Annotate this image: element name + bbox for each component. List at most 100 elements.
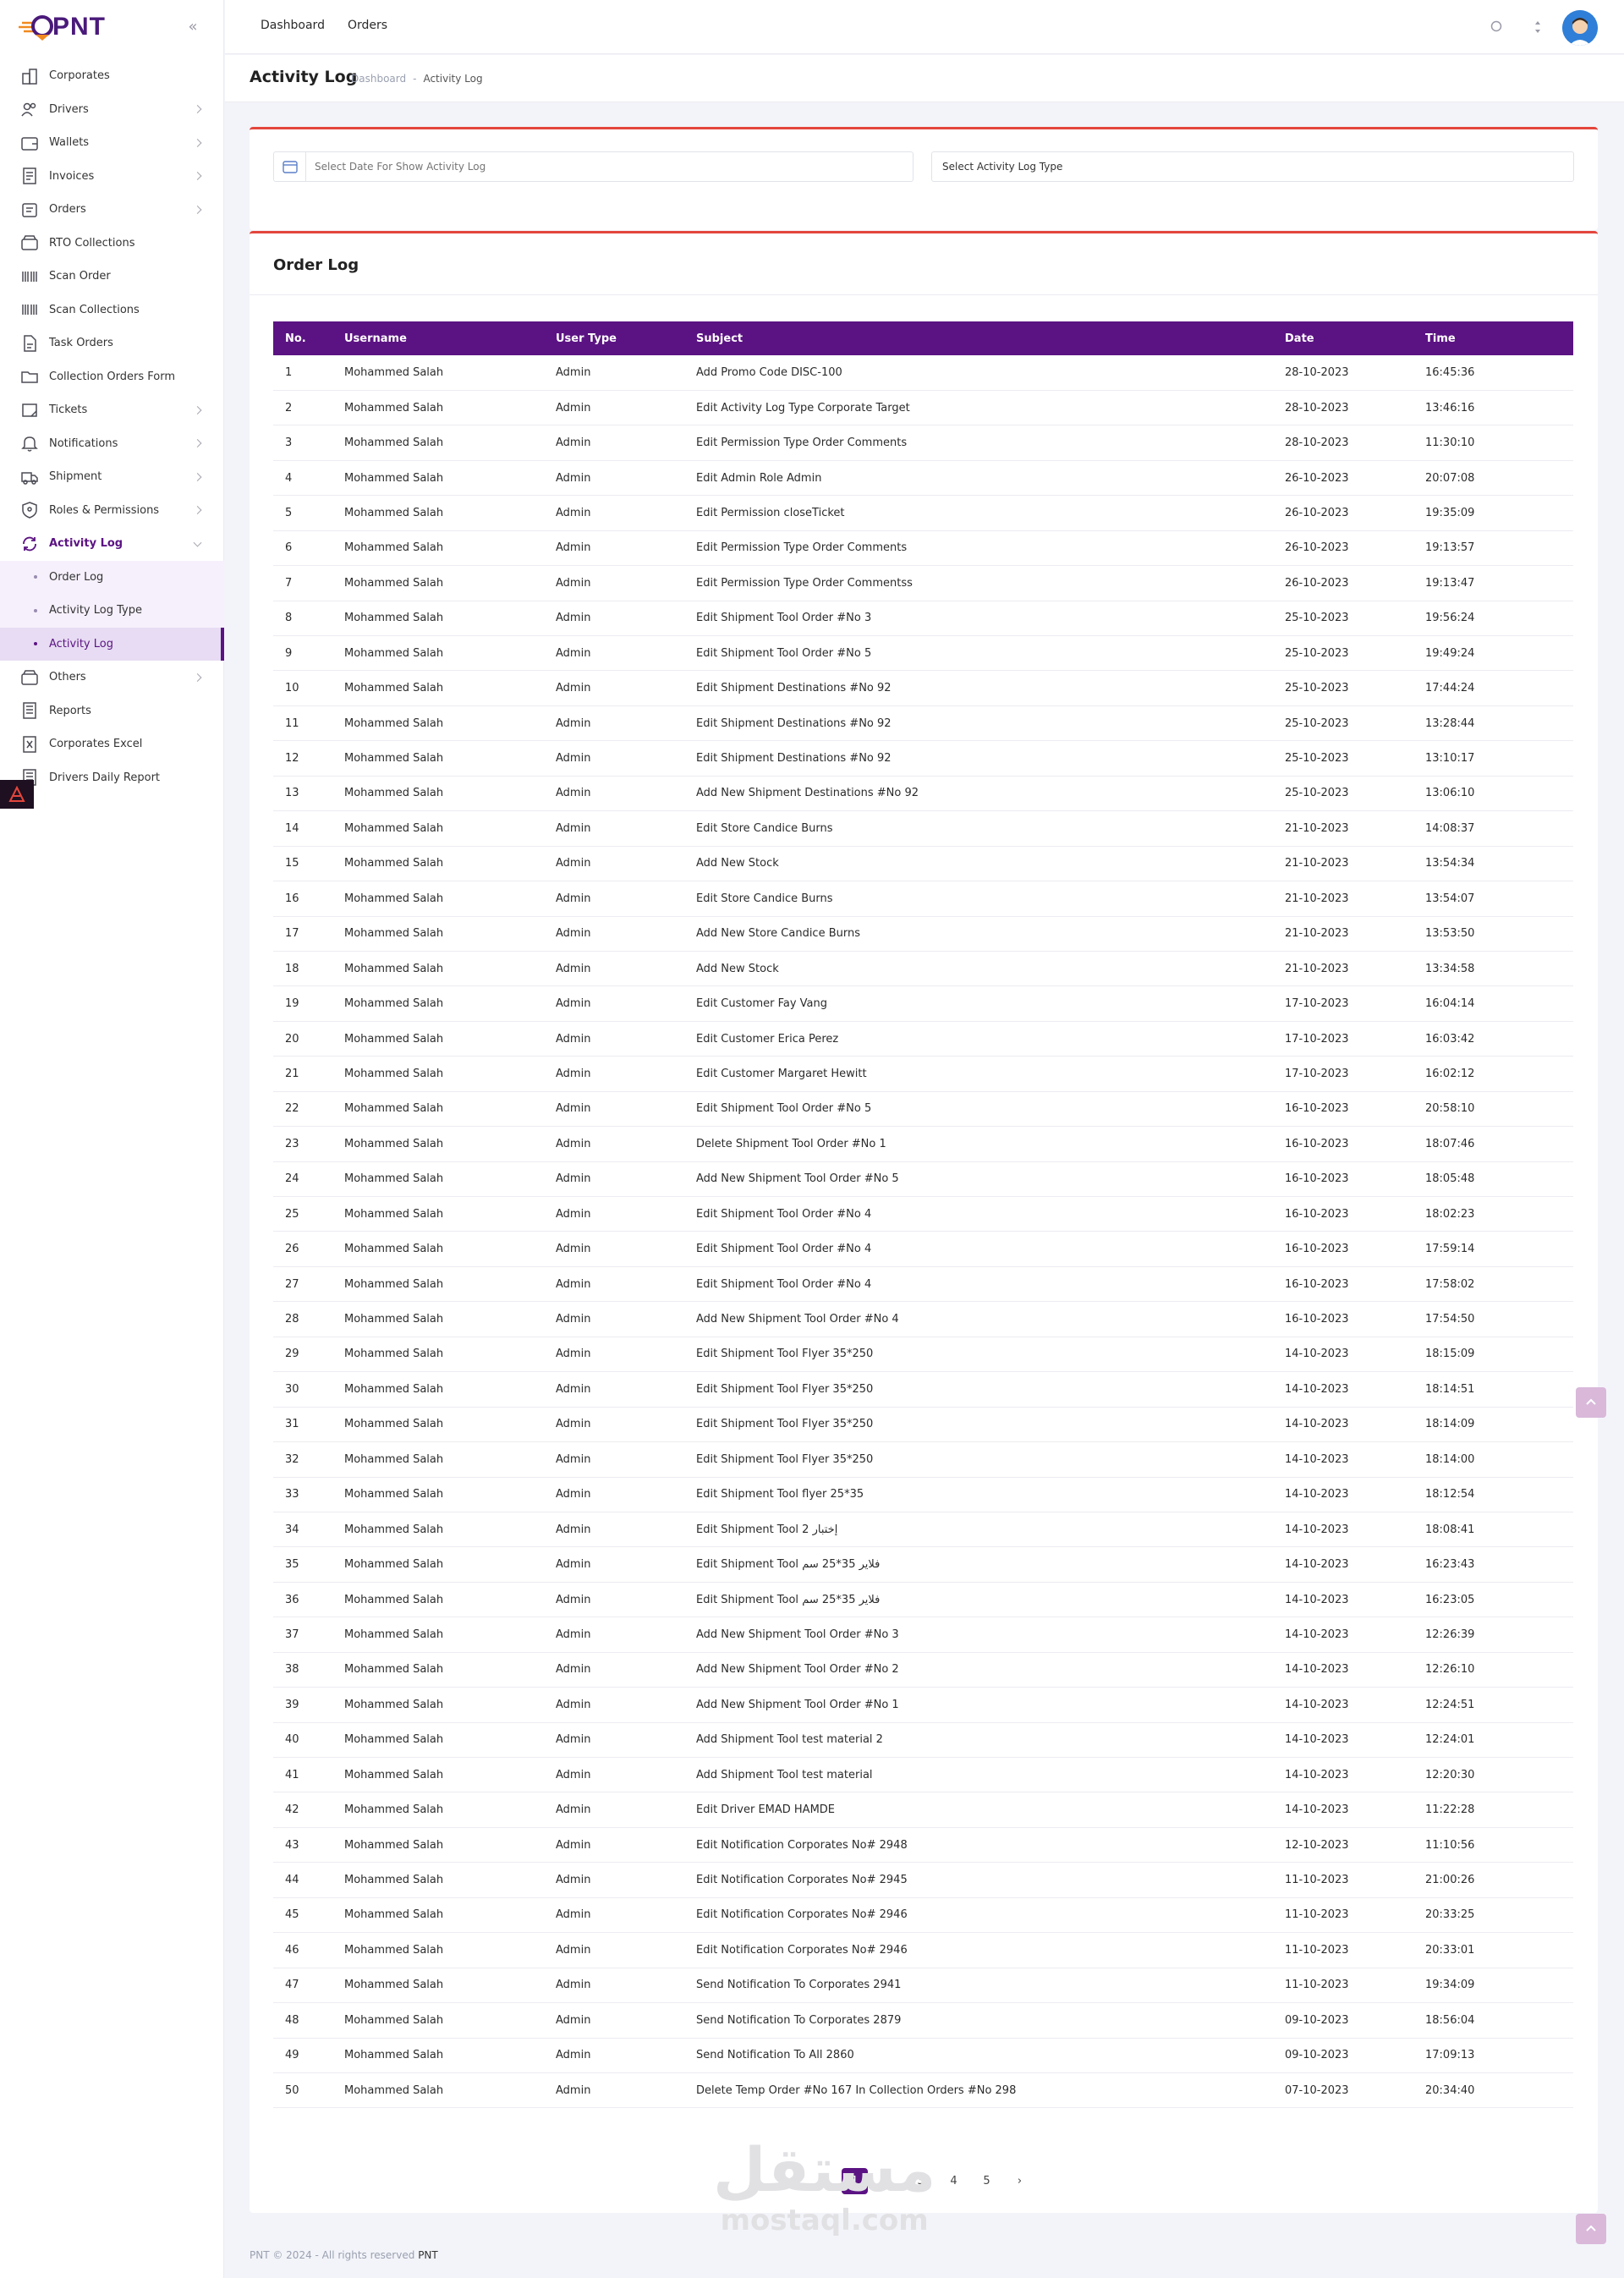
cell-date: 25-10-2023	[1285, 646, 1349, 660]
activity-log-type-select[interactable]: Select Activity Log Type	[931, 151, 1574, 182]
card-title: Order Log	[273, 256, 359, 274]
column-header-no[interactable]: No.	[273, 321, 332, 355]
cell-subject: Edit Shipment Destinations #No 92	[696, 716, 892, 730]
column-header-user-type[interactable]: User Type	[544, 321, 684, 355]
table-row: 10 Mohammed Salah Admin Edit Shipment Desti…	[273, 671, 1573, 706]
submenu-item-order-log[interactable]: Order Log	[0, 561, 224, 595]
sidebar-item-tickets[interactable]: Tickets	[0, 393, 224, 427]
cell-no: 46	[285, 1943, 299, 1957]
cell-username: Mohammed Salah	[344, 1593, 444, 1606]
collapse-sidebar-icon[interactable]: «	[183, 17, 203, 37]
cell-user-type: Admin	[556, 2049, 591, 2062]
cell-date: 14-10-2023	[1285, 1348, 1349, 1361]
topbar-link-orders[interactable]: Orders	[348, 19, 387, 32]
cell-no: 1	[285, 365, 293, 379]
cell-no: 45	[285, 1908, 299, 1922]
cell-user-type: Admin	[556, 1313, 591, 1326]
calendar-icon[interactable]	[274, 152, 306, 181]
sidebar-item-label: Task Orders	[49, 337, 113, 350]
sidebar-item-invoices[interactable]: Invoices	[0, 160, 224, 194]
column-header-time[interactable]: Time	[1413, 321, 1573, 355]
cell-no: 32	[285, 1452, 299, 1466]
sidebar-item-task-orders[interactable]: Task Orders	[0, 327, 224, 360]
cell-subject: Send Notification To Corporates 2879	[696, 2013, 902, 2027]
column-header-date[interactable]: Date	[1273, 321, 1413, 355]
cell-user-type: Admin	[556, 821, 591, 835]
scroll-up-icon[interactable]	[1576, 1387, 1606, 1418]
cell-username: Mohammed Salah	[344, 646, 444, 660]
cell-time: 13:06:10	[1425, 787, 1475, 800]
cell-no: 30	[285, 1382, 299, 1396]
cell-username: Mohammed Salah	[344, 1803, 444, 1817]
cell-time: 16:45:36	[1425, 365, 1475, 379]
cell-time: 16:02:12	[1425, 1067, 1475, 1080]
user-avatar[interactable]	[1562, 10, 1598, 46]
submenu-item-activity-log[interactable]: Activity Log	[0, 627, 224, 661]
cell-subject: Edit Shipment Tool Flyer 35*250	[696, 1348, 874, 1361]
column-header-username[interactable]: Username	[332, 321, 544, 355]
table-header-row: No. Username User Type Subject Date Time	[273, 321, 1573, 355]
back-to-top-icon[interactable]	[1576, 2214, 1606, 2244]
table-row: 35 Mohammed Salah Admin Edit Shipment Tool …	[273, 1547, 1573, 1583]
cell-date: 14-10-2023	[1285, 1452, 1349, 1466]
cell-date: 26-10-2023	[1285, 471, 1349, 485]
cell-user-type: Admin	[556, 927, 591, 941]
cell-time: 20:34:40	[1425, 2083, 1475, 2097]
cell-subject: Add New Shipment Tool Order #No 4	[696, 1313, 899, 1326]
sidebar-item-wallets[interactable]: Wallets	[0, 126, 224, 160]
table-row: 22 Mohammed Salah Admin Edit Shipment Tool …	[273, 1091, 1573, 1127]
card-divider	[250, 294, 1598, 295]
footer-brand[interactable]: PNT	[418, 2249, 438, 2261]
sidebar-item-corporates[interactable]: Corporates	[0, 59, 224, 93]
fullscreen-icon[interactable]	[1528, 17, 1548, 37]
date-filter[interactable]	[273, 151, 914, 182]
next-page-button[interactable]: ›	[1007, 2168, 1033, 2194]
chevron-right-icon	[193, 172, 202, 181]
sidebar-item-others[interactable]: Others	[0, 661, 224, 694]
sidebar-item-activity-log[interactable]: Activity Log	[0, 527, 224, 561]
cell-date: 14-10-2023	[1285, 1523, 1349, 1536]
table-row: 27 Mohammed Salah Admin Edit Shipment Tool …	[273, 1266, 1573, 1302]
topbar-link-dashboard[interactable]: Dashboard	[261, 19, 325, 32]
cell-date: 17-10-2023	[1285, 1067, 1349, 1080]
breadcrumb-dashboard[interactable]: Dashboard	[351, 73, 406, 85]
sidebar-item-collection-orders-form[interactable]: Collection Orders Form	[0, 360, 224, 394]
orders-icon	[20, 200, 39, 219]
sidebar-item-roles-and-permissions[interactable]: Roles & Permissions	[0, 494, 224, 528]
cell-username: Mohammed Salah	[344, 962, 444, 975]
sidebar-item-shipment[interactable]: Shipment	[0, 460, 224, 494]
search-icon[interactable]	[1487, 17, 1507, 37]
sidebar-item-label: Shipment	[49, 470, 102, 484]
cell-subject: Add Shipment Tool test material 2	[696, 1733, 883, 1747]
box-icon	[20, 233, 39, 252]
cell-time: 17:44:24	[1425, 682, 1475, 695]
cell-user-type: Admin	[556, 2013, 591, 2027]
cell-subject: Add New Shipment Tool Order #No 5	[696, 1172, 899, 1186]
cell-no: 15	[285, 857, 299, 870]
sidebar-item-reports[interactable]: Reports	[0, 694, 224, 728]
cell-no: 13	[285, 787, 299, 800]
cell-username: Mohammed Salah	[344, 1418, 444, 1431]
sidebar-item-corporates-excel[interactable]: Corporates Excel	[0, 727, 224, 761]
cell-date: 25-10-2023	[1285, 612, 1349, 625]
table-row: 45 Mohammed Salah Admin Edit Notification C…	[273, 1897, 1573, 1933]
column-header-subject[interactable]: Subject	[684, 321, 1273, 355]
cell-subject: Edit Shipment Tool Flyer 35*250	[696, 1418, 874, 1431]
sidebar-item-scan-collections[interactable]: Scan Collections	[0, 294, 224, 327]
cell-no: 21	[285, 1067, 299, 1080]
cell-user-type: Admin	[556, 2083, 591, 2097]
cell-subject: Edit Shipment Tool فلاير 35*25 سم	[696, 1593, 881, 1606]
sidebar-item-rto-collections[interactable]: RTO Collections	[0, 227, 224, 261]
sidebar-item-drivers[interactable]: Drivers	[0, 93, 224, 127]
sidebar-item-notifications[interactable]: Notifications	[0, 427, 224, 461]
page-button-5[interactable]: 5	[974, 2168, 1000, 2194]
page-button-4[interactable]: 4	[941, 2168, 967, 2194]
date-input[interactable]	[306, 154, 898, 179]
sidebar-item-orders[interactable]: Orders	[0, 193, 224, 227]
cell-no: 6	[285, 541, 293, 555]
submenu-item-activity-log-type[interactable]: Activity Log Type	[0, 594, 224, 628]
brand-logo[interactable]: PNT	[19, 10, 106, 44]
floating-widget-icon[interactable]	[0, 780, 34, 809]
sidebar-item-scan-order[interactable]: Scan Order	[0, 260, 224, 294]
cell-subject: Edit Shipment Tool Order #No 5	[696, 1102, 872, 1116]
